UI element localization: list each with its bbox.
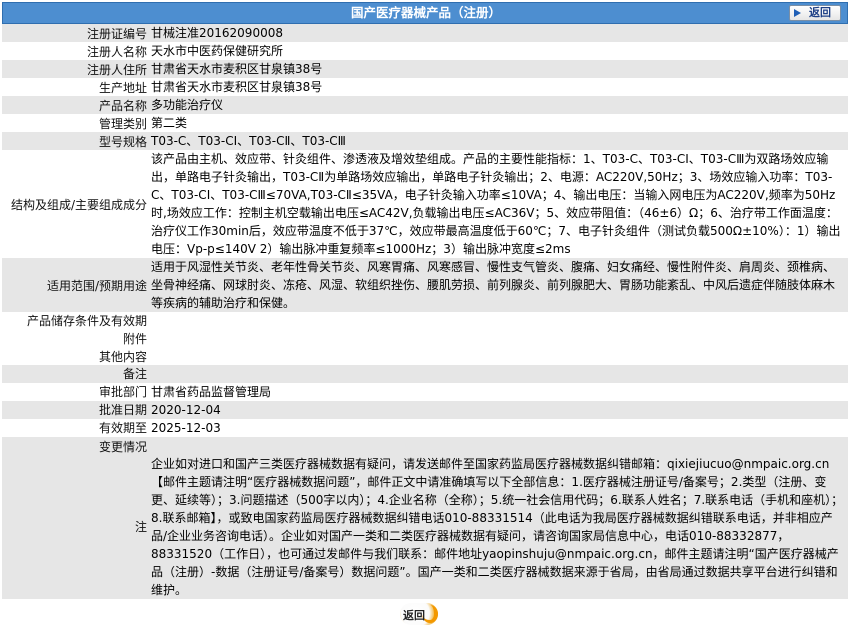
- row-label: 产品名称: [2, 96, 149, 114]
- back-button-top[interactable]: 返回: [789, 5, 841, 21]
- row-label: 型号规格: [2, 132, 149, 150]
- row-value: 2020-12-04: [149, 400, 848, 419]
- arrow-right-icon: [794, 9, 801, 17]
- back-button-label: 返回: [809, 6, 831, 19]
- row-other: 其他内容: [2, 347, 848, 366]
- row-label: 备注: [2, 365, 149, 383]
- row-approver: 审批部门 甘肃省药品监督管理局: [2, 382, 848, 401]
- row-note: 注 企业如对进口和国产三类医疗器械数据有疑问，请发送邮件至国家药监局医疗器械数据…: [2, 454, 848, 599]
- row-reg-no: 注册证编号 甘械注准20162090008: [2, 24, 848, 42]
- row-value: 适用于风湿性关节炎、老年性骨关节炎、风寒胃痛、风寒感冒、慢性支气管炎、腹痛、妇女…: [149, 258, 848, 312]
- back-button-label: 返回: [403, 609, 425, 622]
- row-value: 甘械注准20162090008: [149, 24, 848, 42]
- row-label: 变更情况: [2, 436, 149, 455]
- row-production-address: 生产地址 甘肃省天水市麦积区甘泉镇38号: [2, 78, 848, 96]
- row-residence: 注册人住所 甘肃省天水市麦积区甘泉镇38号: [2, 60, 848, 78]
- row-storage: 产品储存条件及有效期: [2, 312, 848, 330]
- row-value: 2025-12-03: [149, 418, 848, 437]
- row-model: 型号规格 T03-C、T03-CI、T03-CⅡ、T03-CⅢ: [2, 132, 848, 150]
- row-label: 适用范围/预期用途: [2, 258, 149, 312]
- row-approve-date: 批准日期 2020-12-04: [2, 400, 848, 419]
- row-label: 管理类别: [2, 114, 149, 132]
- page-header: 国产医疗器械产品（注册） 返回: [2, 2, 848, 24]
- row-value: 甘肃省天水市麦积区甘泉镇38号: [149, 78, 848, 96]
- row-label: 注册证编号: [2, 24, 149, 42]
- row-valid-until: 有效期至 2025-12-03: [2, 418, 848, 437]
- row-structure: 结构及组成/主要组成成分 该产品由主机、效应带、针灸组件、渗透液及增效垫组成。产…: [2, 150, 848, 258]
- row-value: 甘肃省天水市麦积区甘泉镇38号: [149, 60, 848, 78]
- row-label: 生产地址: [2, 78, 149, 96]
- row-value: [149, 347, 848, 366]
- row-product-name: 产品名称 多功能治疗仪: [2, 96, 848, 114]
- row-value: 多功能治疗仪: [149, 96, 848, 114]
- row-label: 结构及组成/主要组成成分: [2, 150, 149, 258]
- row-category: 管理类别 第二类: [2, 114, 848, 132]
- row-registrant: 注册人名称 天水市中医药保健研究所: [2, 42, 848, 60]
- back-button-bottom[interactable]: 返回: [400, 603, 444, 627]
- row-label: 注册人名称: [2, 42, 149, 60]
- row-label: 附件: [2, 329, 149, 348]
- page-title: 国产医疗器械产品（注册）: [350, 5, 501, 20]
- row-remark: 备注: [2, 365, 848, 383]
- row-label: 审批部门: [2, 382, 149, 401]
- row-label: 有效期至: [2, 418, 149, 437]
- row-change: 变更情况: [2, 436, 848, 455]
- row-value: 该产品由主机、效应带、针灸组件、渗透液及增效垫组成。产品的主要性能指标：1、T0…: [149, 150, 848, 258]
- row-label: 产品储存条件及有效期: [2, 312, 149, 330]
- row-scope: 适用范围/预期用途 适用于风湿性关节炎、老年性骨关节炎、风寒胃痛、风寒感冒、慢性…: [2, 258, 848, 312]
- row-value: T03-C、T03-CI、T03-CⅡ、T03-CⅢ: [149, 132, 848, 150]
- row-value: 甘肃省药品监督管理局: [149, 382, 848, 401]
- row-attachment: 附件: [2, 329, 848, 348]
- row-label: 批准日期: [2, 400, 149, 419]
- row-value: 第二类: [149, 114, 848, 132]
- row-label: 其他内容: [2, 347, 149, 366]
- row-value: [149, 436, 848, 455]
- row-label: 注册人住所: [2, 60, 149, 78]
- detail-table: 注册证编号 甘械注准20162090008 注册人名称 天水市中医药保健研究所 …: [2, 24, 848, 599]
- row-value: 天水市中医药保健研究所: [149, 42, 848, 60]
- row-label: 注: [2, 454, 149, 599]
- row-value: [149, 329, 848, 348]
- row-value: 企业如对进口和国产三类医疗器械数据有疑问，请发送邮件至国家药监局医疗器械数据纠错…: [149, 454, 848, 599]
- row-value: [149, 312, 848, 330]
- row-value: [149, 365, 848, 383]
